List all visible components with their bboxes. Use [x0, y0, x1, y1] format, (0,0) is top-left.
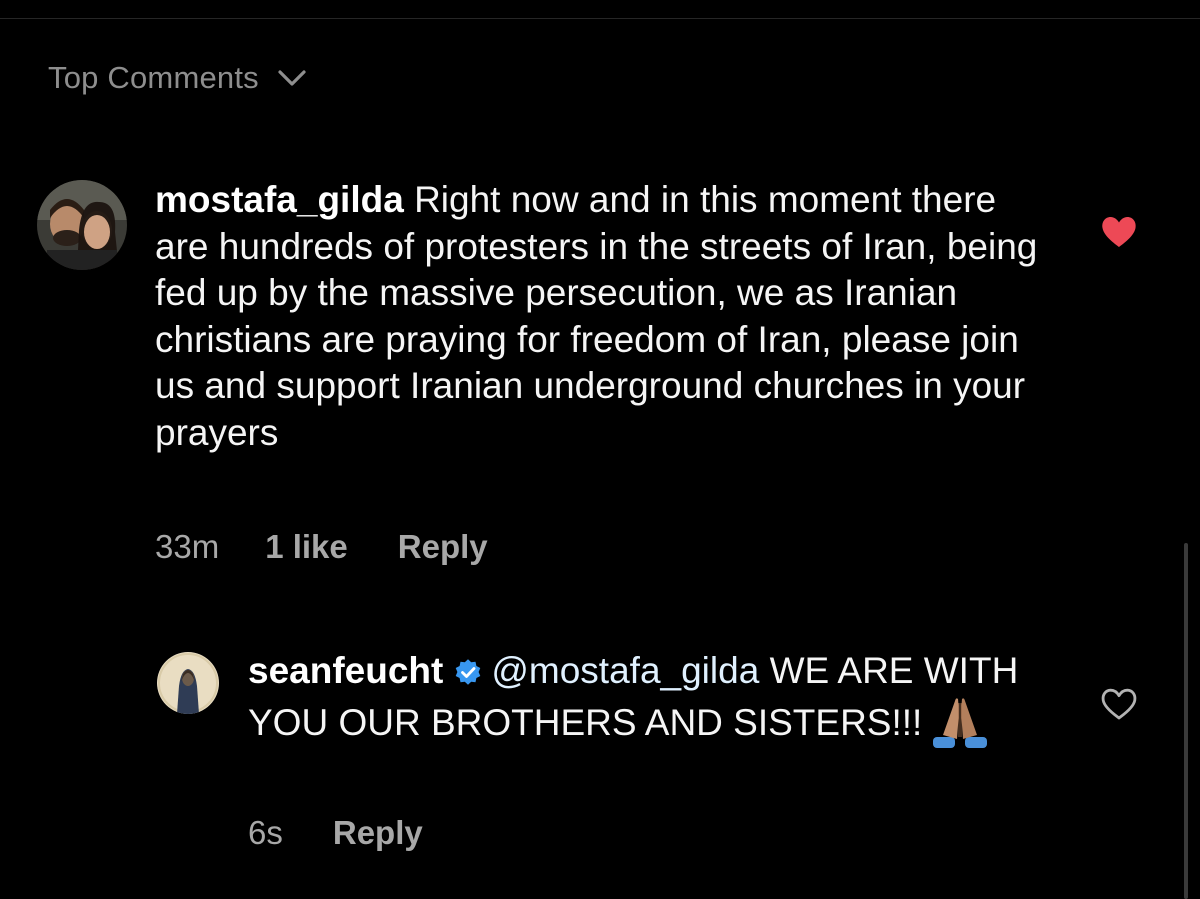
comment-username[interactable]: mostafa_gilda: [155, 179, 404, 220]
heart-outline-icon[interactable]: [1099, 684, 1139, 724]
folded-hands-emoji-icon: [930, 695, 990, 749]
sort-label: Top Comments: [48, 60, 259, 95]
reply-mention[interactable]: @mostafa_gilda: [491, 650, 759, 691]
top-divider: [0, 18, 1200, 19]
verified-badge-icon: [453, 652, 483, 685]
heart-filled-icon[interactable]: [1099, 212, 1139, 252]
reply-text: seanfeucht @mostafa_gilda WE ARE WITH YOU…: [248, 648, 1068, 749]
avatar[interactable]: [157, 652, 219, 714]
reply-time: 6s: [248, 814, 283, 851]
comment-text: mostafa_gilda Right now and in this mome…: [155, 177, 1055, 456]
chevron-down-icon[interactable]: [275, 61, 309, 95]
scrollbar[interactable]: [1184, 543, 1188, 899]
comment-body: Right now and in this moment there are h…: [155, 179, 1038, 453]
comment-likes[interactable]: 1 like: [265, 528, 348, 566]
comment-time: 33m: [155, 528, 220, 565]
top-comments-sort[interactable]: Top Comments: [48, 56, 309, 100]
avatar[interactable]: [37, 180, 127, 270]
reply-meta: 6s Reply: [248, 812, 423, 854]
reply-button[interactable]: Reply: [398, 528, 488, 566]
comment-meta: 33m 1 like Reply: [155, 526, 488, 568]
reply-button[interactable]: Reply: [333, 814, 423, 852]
reply-username[interactable]: seanfeucht: [248, 650, 443, 691]
